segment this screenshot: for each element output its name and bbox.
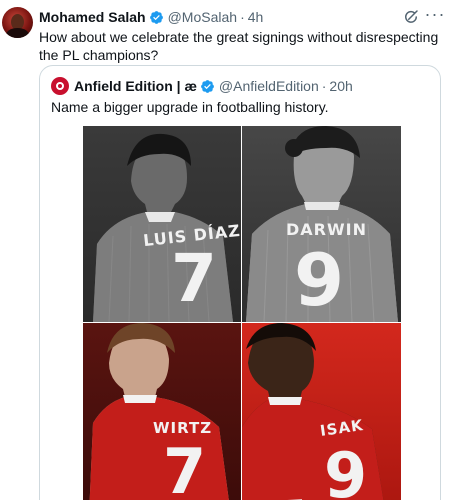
more-options-button[interactable]: ··· [424,5,446,27]
player-panel-luis-diaz: LUIS DÍAZ 7 [83,126,241,322]
quoted-tweet-text: Name a bigger upgrade in footballing his… [51,99,329,115]
player-panel-isak: ISAK 9 [242,323,401,500]
player-panel-wirtz: WIRTZ 7 [83,323,241,500]
player-number: 7 [163,435,207,500]
tweet-text: How about we celebrate the great signing… [39,29,439,63]
quoted-tweet[interactable]: Anfield Edition | æ @AnfieldEdition · 20… [39,65,441,500]
grok-icon[interactable] [402,8,420,26]
quoted-author-avatar[interactable] [51,77,69,95]
quoted-author-name[interactable]: Anfield Edition | æ [74,78,197,94]
quoted-separator-dot: · [321,78,327,94]
player-silhouette [89,323,229,500]
verified-badge-icon [201,79,214,93]
player-number: 9 [324,439,368,500]
author-handle[interactable]: @MoSalah [168,9,237,25]
quoted-tweet-header: Anfield Edition | æ @AnfieldEdition · 20… [51,77,353,95]
separator-dot: · [240,9,245,25]
author-name[interactable]: Mohamed Salah [39,9,146,25]
tweet-header: Mohamed Salah @MoSalah · 4h [39,8,263,26]
player-silhouette [242,323,384,500]
post-timestamp[interactable]: 4h [248,9,264,25]
quoted-media-image[interactable]: LUIS DÍAZ 7 DARWIN 9 WIRTZ 7 ISAK 9 [83,126,401,500]
player-name-label: DARWIN [286,220,367,239]
tweet: Mohamed Salah @MoSalah · 4h ··· How abou… [0,0,451,500]
player-number: 7 [171,240,217,317]
player-number: 9 [294,238,345,322]
quoted-author-handle[interactable]: @AnfieldEdition [219,78,319,94]
quoted-timestamp[interactable]: 20h [329,78,352,94]
player-panel-darwin: DARWIN 9 [242,126,401,322]
verified-badge-icon [149,10,163,24]
avatar-shoulders [6,28,29,38]
author-avatar[interactable] [2,7,33,38]
